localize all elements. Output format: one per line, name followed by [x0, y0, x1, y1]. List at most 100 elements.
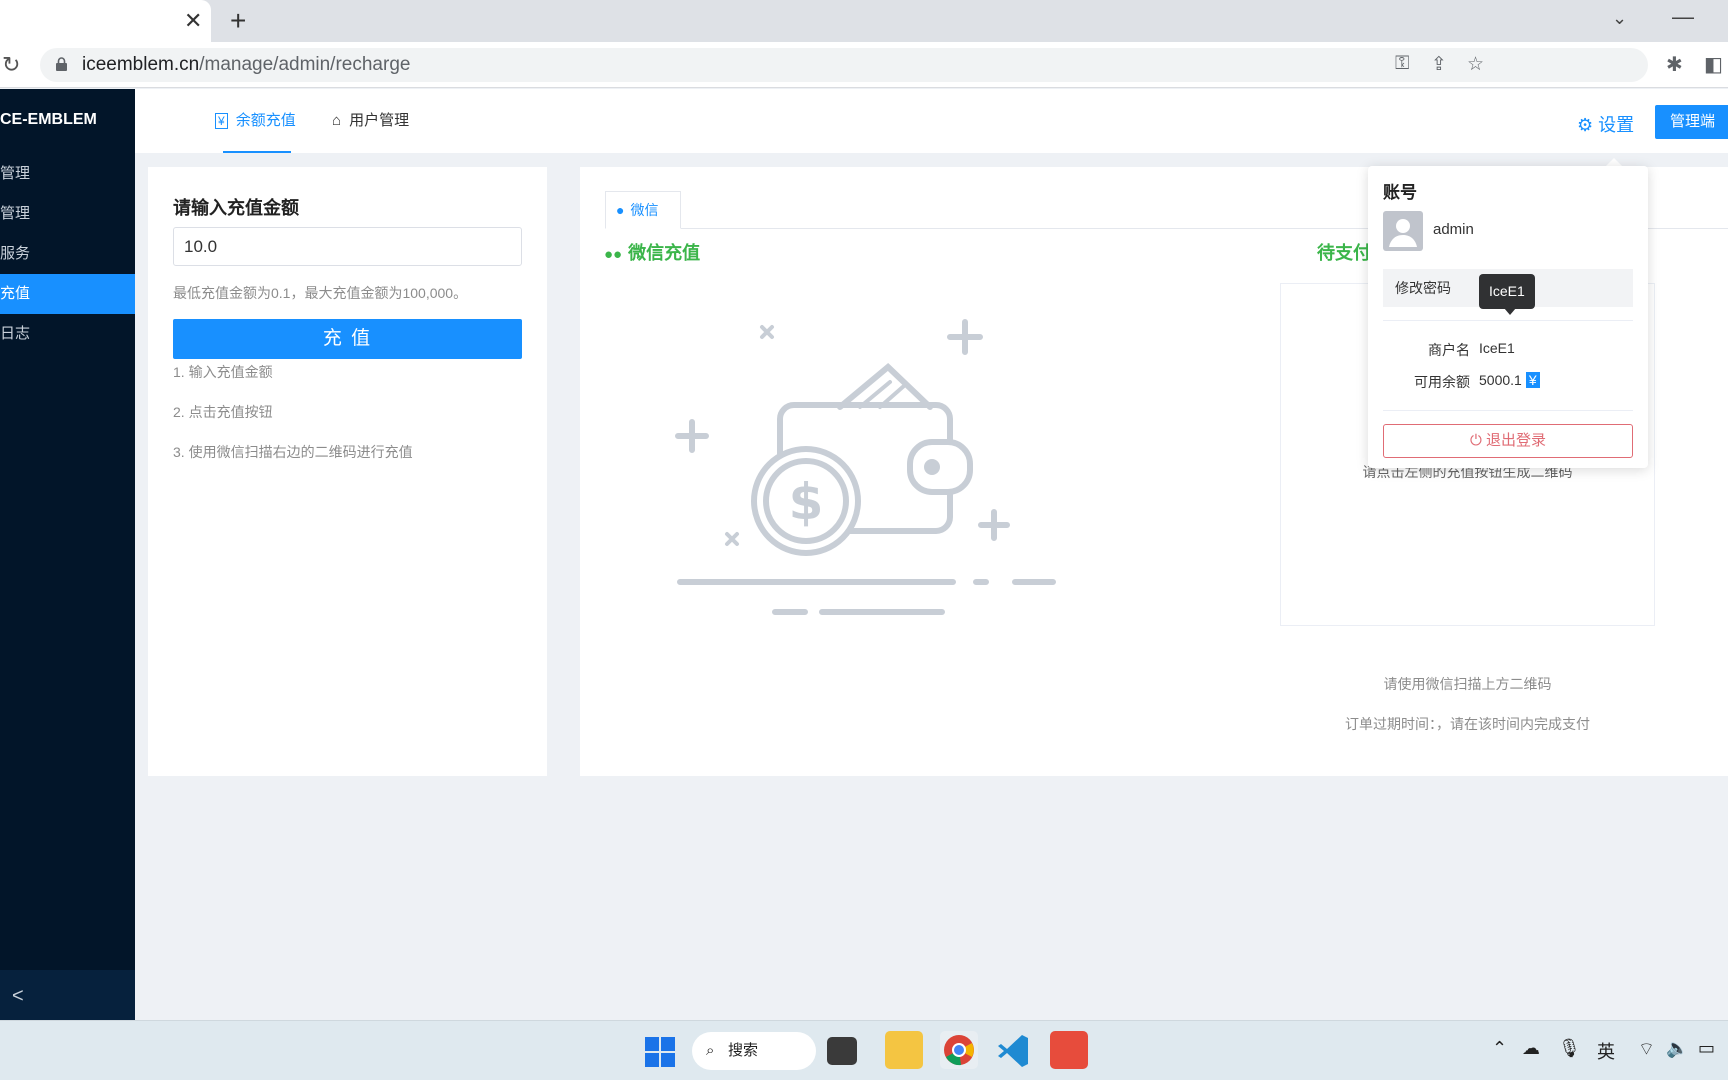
currency-badge: ¥ [1525, 372, 1540, 388]
amount-hint: 最低充值金额为0.1，最大充值金额为100,000。 [173, 285, 468, 301]
close-tab-icon[interactable]: ✕ [184, 9, 202, 33]
browser-tab[interactable]: ✕ [0, 0, 211, 42]
reload-icon[interactable]: ↻ [2, 52, 20, 78]
account-title: 账号 [1383, 183, 1417, 202]
wechat-icon: ● [616, 202, 625, 218]
tooltip: IceE1 [1479, 274, 1535, 309]
url-host: iceemblem.cn [82, 54, 200, 75]
sidebar-item-recharge[interactable]: 充值 [0, 274, 135, 314]
sidebar-item-label: 管理 [0, 165, 31, 182]
volume-icon[interactable]: 🔈 [1666, 1038, 1688, 1059]
chevron-down-icon[interactable]: ⌄ [1612, 8, 1627, 29]
key-icon[interactable]: ⚿ [1395, 53, 1409, 75]
step-3: 3. 使用微信扫描右边的二维码进行充值 [173, 444, 413, 460]
browser-toolbar: ↻ iceemblem.cn/manage/admin/recharge ⚿ ⇪… [0, 42, 1728, 88]
power-icon: ⏻ [1469, 432, 1482, 449]
popover-arrow [1606, 158, 1622, 166]
taskbar: ⌕ 搜索 ⌃ ☁ 🎙 英 ⌔ 🔈 ▭ [0, 1020, 1728, 1080]
side-panel-icon[interactable]: ◧ [1704, 52, 1723, 77]
logo: CE-EMBLEM [0, 111, 97, 128]
scan-hint: 请使用微信扫描上方二维码 [1383, 676, 1552, 692]
sidebar-item-3[interactable]: 服务 [0, 234, 135, 274]
search-label: 搜索 [728, 1042, 759, 1059]
wechat-icon: ●● [604, 246, 623, 263]
windows-start-icon[interactable] [645, 1037, 675, 1067]
balance: 5000.1 ¥ [1479, 372, 1540, 388]
sidebar-item-label: 管理 [0, 205, 31, 222]
vscode-icon[interactable] [995, 1031, 1033, 1069]
screen-recorder-icon[interactable] [1050, 1031, 1088, 1069]
recharge-button[interactable]: 充 值 [173, 319, 522, 359]
sidebar-item-label: 充值 [0, 285, 31, 302]
chrome-logo-icon [944, 1035, 974, 1066]
account-popover: 账号 admin 修改密码 IceE1 商户名 IceE1 可用余额 5000.… [1368, 166, 1648, 468]
sidebar-item-label: 日志 [0, 325, 31, 342]
microphone-icon[interactable]: 🎙 [1558, 1038, 1581, 1059]
file-explorer-icon[interactable] [885, 1031, 923, 1069]
tab-balance-recharge[interactable]: ¥ 余额充值 [215, 89, 296, 153]
share-icon[interactable]: ⇪ [1431, 53, 1447, 76]
step-2: 2. 点击充值按钮 [173, 404, 273, 420]
url-text[interactable]: iceemblem.cn/manage/admin/recharge [82, 54, 410, 76]
sidebar: CE-EMBLEM 管理 管理 服务 充值 日志 < [0, 89, 135, 1020]
username: admin [1433, 221, 1474, 238]
sidebar-footer: < [0, 970, 135, 1020]
sidebar-item-2[interactable]: 管理 [0, 194, 135, 234]
vscode-logo-icon [998, 1035, 1028, 1067]
extensions-icon[interactable]: ✱ [1666, 52, 1683, 77]
sidebar-item-1[interactable]: 管理 [0, 154, 135, 194]
user-icon [1389, 219, 1417, 247]
amount-title: 请输入充值金额 [173, 198, 299, 218]
cloud-icon[interactable]: ☁ [1522, 1038, 1540, 1059]
sidebar-item-label: 服务 [0, 245, 31, 262]
tab-user-management[interactable]: ⌂ 用户管理 [332, 89, 409, 153]
tab-label: 余额充值 [235, 112, 296, 129]
svg-text:$: $ [789, 473, 824, 531]
recharge-tab-icon: ¥ [215, 113, 228, 129]
tab-label: 用户管理 [349, 112, 410, 129]
admin-button[interactable]: 管理端 [1655, 105, 1728, 139]
home-icon: ⌂ [332, 112, 342, 129]
tab-wechat[interactable]: ● 微信 [605, 191, 681, 229]
balance-label: 可用余额 [1414, 374, 1470, 390]
address-bar[interactable]: iceemblem.cn/manage/admin/recharge ⚿ ⇪ ☆ [40, 48, 1648, 82]
recharge-form-card: 请输入充值金额 最低充值金额为0.1，最大充值金额为100,000。 充 值 1… [148, 167, 547, 776]
tab-label: 微信 [630, 202, 659, 218]
avatar [1383, 211, 1423, 251]
expire-hint: 订单过期时间：，请在该时间内完成支付 [1345, 716, 1590, 732]
step-1: 1. 输入充值金额 [173, 364, 273, 380]
pending-payment-title: 待支付 [1317, 243, 1371, 263]
amount-input[interactable] [173, 227, 522, 266]
new-tab-button[interactable]: + [230, 7, 246, 35]
divider [1383, 320, 1633, 321]
settings-label: 设置 [1598, 115, 1635, 135]
collapse-sidebar-icon[interactable]: < [12, 985, 24, 1008]
minimize-icon[interactable]: — [1672, 4, 1694, 30]
logout-button[interactable]: ⏻ 退出登录 [1383, 424, 1633, 458]
wechat-recharge-title: ●● 微信充值 [604, 239, 700, 265]
wallet-illustration: $ [675, 319, 1056, 615]
lock-icon [56, 57, 67, 71]
browser-tab-strip: ✕ + ⌄ — [0, 0, 1728, 42]
logout-label: 退出登录 [1486, 432, 1547, 449]
divider [1383, 410, 1633, 411]
wifi-icon[interactable]: ⌔ [1638, 1038, 1655, 1061]
star-icon[interactable]: ☆ [1467, 53, 1484, 76]
search-icon: ⌕ [706, 1042, 715, 1059]
gear-icon: ⚙ [1577, 115, 1594, 135]
merchant-label: 商户名 [1428, 342, 1470, 358]
top-header: ¥ 余额充值 ⌂ 用户管理 ⚙ 设置 管理端 [135, 89, 1728, 153]
merchant-value: IceE1 [1479, 340, 1515, 356]
ime-indicator[interactable]: 英 [1597, 1038, 1615, 1064]
settings-button[interactable]: ⚙ 设置 [1577, 111, 1634, 137]
title-text: 微信充值 [628, 243, 701, 263]
task-view-icon[interactable] [827, 1037, 857, 1065]
taskbar-search[interactable]: ⌕ 搜索 [692, 1032, 816, 1070]
battery-icon[interactable]: ▭ [1698, 1038, 1715, 1059]
sidebar-item-5[interactable]: 日志 [0, 314, 135, 354]
chrome-icon[interactable] [940, 1031, 978, 1069]
url-path: /manage/admin/recharge [199, 54, 411, 75]
tooltip-arrow [1504, 308, 1516, 315]
balance-value: 5000.1 [1479, 372, 1522, 388]
chevron-up-icon[interactable]: ⌃ [1492, 1038, 1507, 1059]
